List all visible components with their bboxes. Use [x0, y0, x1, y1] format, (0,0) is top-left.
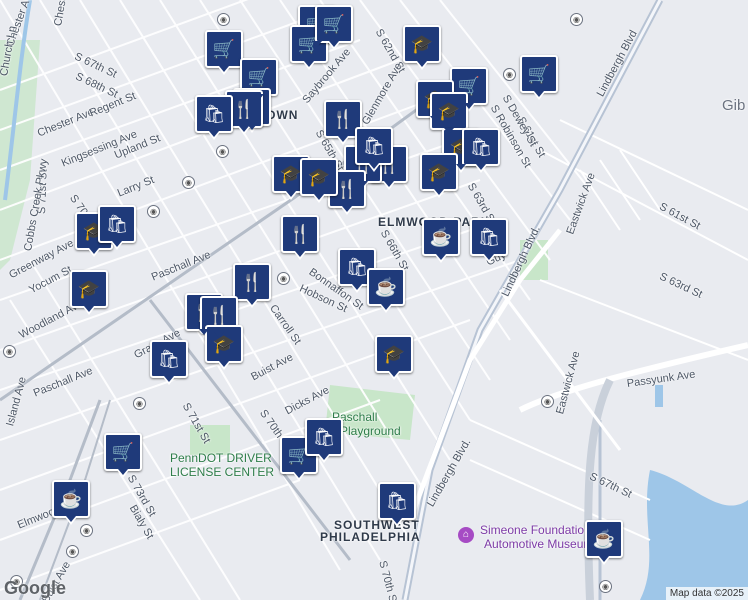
cafe-pin-1[interactable]: ☕ [422, 218, 460, 263]
school-pin-10[interactable]: 🎓 [205, 325, 243, 370]
shopping-pin-8[interactable]: 🛍 [305, 418, 343, 463]
shopping-pin-1[interactable]: 🛍 [195, 95, 233, 140]
transit-stop-icon[interactable]: ◉ [66, 545, 79, 558]
penndot-green [190, 425, 230, 455]
transit-stop-icon[interactable]: ◉ [3, 345, 16, 358]
map-attribution[interactable]: Map data ©2025 [665, 587, 748, 600]
google-logo: Google [4, 578, 66, 598]
transit-stop-icon[interactable]: ◉ [217, 13, 230, 26]
transit-stop-icon[interactable]: ◉ [599, 580, 612, 593]
school-pin-1[interactable]: 🎓 [403, 25, 441, 70]
transit-stop-icon[interactable]: ◉ [182, 176, 195, 189]
shopping-pin-9[interactable]: 🛍 [378, 482, 416, 527]
cafe-pin-3[interactable]: ☕ [52, 480, 90, 525]
transit-stop-icon[interactable]: ◉ [503, 68, 516, 81]
grocery-pin-10[interactable]: 🛒 [315, 5, 353, 50]
transit-stop-icon[interactable]: ◉ [570, 13, 583, 26]
cafe-pin-4[interactable]: ☕ [585, 520, 623, 565]
transit-stop-icon[interactable]: ◉ [133, 397, 146, 410]
school-pin-3[interactable]: 🎓 [430, 92, 468, 137]
museum-icon[interactable]: ⌂ [458, 527, 474, 543]
shopping-pin-7[interactable]: 🛍 [150, 340, 188, 385]
grocery-pin-2[interactable]: 🛒 [205, 30, 243, 75]
school-pin-9[interactable]: 🎓 [70, 270, 108, 315]
school-pin-11[interactable]: 🎓 [375, 335, 413, 380]
shopping-pin-3[interactable]: 🛍 [462, 128, 500, 173]
shopping-pin-5[interactable]: 🛍 [470, 218, 508, 263]
transit-stop-icon[interactable]: ◉ [277, 272, 290, 285]
map-canvas[interactable]: ELMWOOD PARK SOUTHWEST PHILADELPHIA TOWN… [0, 0, 748, 600]
transit-stop-icon[interactable]: ◉ [147, 205, 160, 218]
cafe-pin-2[interactable]: ☕ [367, 268, 405, 313]
transit-stop-icon[interactable]: ◉ [216, 145, 229, 158]
restaurant-pin-6[interactable]: 🍴 [281, 215, 319, 260]
shopping-pin-4[interactable]: 🛍 [98, 205, 136, 250]
transit-stop-icon[interactable]: ◉ [541, 395, 554, 408]
grocery-pin-8[interactable]: 🛒 [104, 433, 142, 478]
school-pin-7[interactable]: 🎓 [420, 153, 458, 198]
transit-stop-icon[interactable]: ◉ [80, 524, 93, 537]
shopping-pin-2[interactable]: 🛍 [355, 127, 393, 172]
school-pin-6[interactable]: 🎓 [300, 158, 338, 203]
grocery-pin-6[interactable]: 🛒 [520, 55, 558, 100]
restaurant-pin-7[interactable]: 🍴 [233, 263, 271, 308]
